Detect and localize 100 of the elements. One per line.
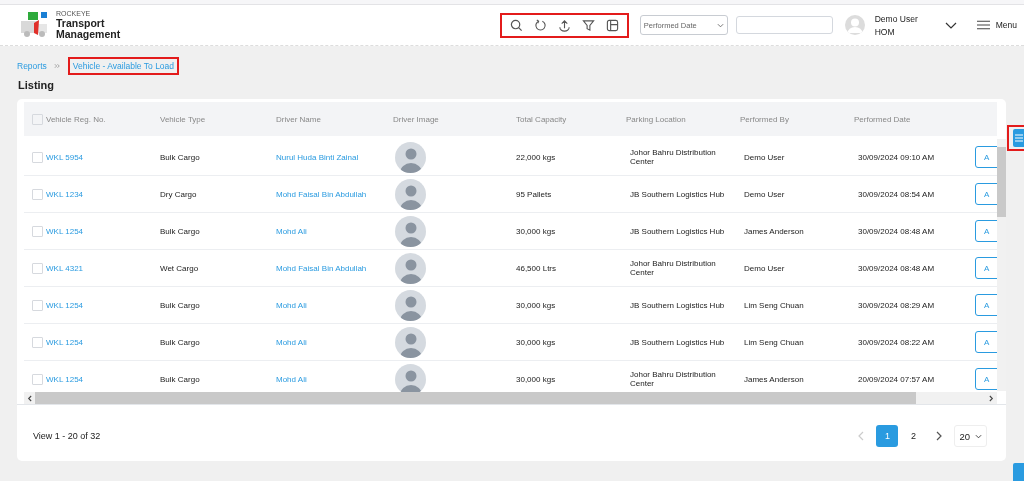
user-role: HOM xyxy=(874,26,896,37)
table-cell-text: Johor Bahru Distribution Center xyxy=(630,148,717,166)
chevron-down-icon xyxy=(716,22,724,28)
row-checkbox[interactable] xyxy=(31,151,43,163)
breadcrumb-link[interactable]: Vehicle - Available To Load xyxy=(67,57,180,75)
table-cell: 30/09/2024 09:10 AM xyxy=(858,152,935,162)
column-header[interactable]: Total Capacity xyxy=(516,114,567,124)
row-checkbox[interactable] xyxy=(31,262,43,274)
driver-photo-placeholder xyxy=(395,141,426,173)
row-checkbox[interactable] xyxy=(31,336,43,348)
table-cell: JB Southern Logistics Hub xyxy=(630,300,725,310)
vehicle-link[interactable]: WKL 1254 xyxy=(46,226,84,236)
scroll-left-icon[interactable] xyxy=(27,394,32,402)
vehicle-link[interactable]: WKL 1254 xyxy=(46,374,84,384)
table-cell: Dry Cargo xyxy=(160,189,197,199)
menu-icon xyxy=(1015,134,1023,142)
action-button[interactable]: A xyxy=(975,331,997,353)
table-cell: 30,000 kgs xyxy=(516,226,556,236)
next-page-icon[interactable] xyxy=(936,431,943,441)
row-checkbox[interactable] xyxy=(31,188,43,200)
search-icon[interactable] xyxy=(509,18,523,32)
table-cell: 30/09/2024 08:48 AM xyxy=(858,263,935,273)
filter-icon[interactable] xyxy=(581,18,595,32)
row-checkbox[interactable] xyxy=(31,225,43,237)
table-cell: 30/09/2024 08:54 AM xyxy=(858,189,935,199)
double-chevron-icon xyxy=(53,63,61,69)
page-button[interactable]: 1 xyxy=(876,425,899,447)
driver-link[interactable]: Nurul Huda Binti Zainal xyxy=(276,152,359,162)
table-cell: 30/09/2024 08:22 AM xyxy=(858,337,935,347)
action-button[interactable]: A xyxy=(975,183,997,205)
vehicle-link[interactable]: WKL 5954 xyxy=(46,152,84,162)
table-cell-text: Johor Bahru Distribution Center xyxy=(630,370,717,388)
side-panel-button[interactable] xyxy=(1013,129,1024,147)
brand-name: Management xyxy=(56,28,121,40)
driver-link[interactable]: Mohd Ali xyxy=(276,374,307,384)
page-size-dropdown[interactable]: 20 xyxy=(954,425,987,447)
driver-photo-placeholder xyxy=(395,363,426,392)
table-cell: JB Southern Logistics Hub xyxy=(630,189,725,199)
vehicle-link[interactable]: WKL 1234 xyxy=(46,189,84,199)
table-cell: 30,000 kgs xyxy=(516,337,556,347)
column-header[interactable]: Vehicle Type xyxy=(160,114,206,124)
menu-icon xyxy=(976,20,990,30)
driver-link[interactable]: Mohd Faisal Bin Abdullah xyxy=(276,189,367,199)
vertical-scrollbar[interactable] xyxy=(997,139,1006,391)
upload-icon[interactable] xyxy=(557,18,571,32)
table-cell: 22,000 kgs xyxy=(516,152,556,162)
table-cell: 95 Pallets xyxy=(516,189,552,199)
vehicle-link[interactable]: WKL 1254 xyxy=(46,300,84,310)
table-cell: 30/09/2024 08:29 AM xyxy=(858,300,935,310)
action-button[interactable]: A xyxy=(975,257,997,279)
user-name: Demo User xyxy=(874,13,919,24)
user-avatar xyxy=(844,15,865,35)
table-cell: 30/09/2024 08:48 AM xyxy=(858,226,935,236)
row-checkbox[interactable] xyxy=(31,373,43,385)
driver-photo-placeholder xyxy=(395,326,426,358)
action-button[interactable]: A xyxy=(975,368,997,390)
driver-link[interactable]: Mohd Ali xyxy=(276,226,307,236)
action-button[interactable]: A xyxy=(975,220,997,242)
chevron-down-icon[interactable] xyxy=(944,21,957,29)
column-header[interactable]: Performed Date xyxy=(854,114,911,124)
column-header[interactable]: Driver Image xyxy=(393,114,439,124)
table-cell: 30,000 kgs xyxy=(516,374,556,384)
driver-photo-placeholder xyxy=(395,178,426,210)
column-header[interactable]: Vehicle Reg. No. xyxy=(46,114,106,124)
page-heading: Listing xyxy=(18,79,56,91)
action-button[interactable]: A xyxy=(975,146,997,168)
column-header[interactable]: Parking Location xyxy=(626,114,686,124)
table-cell: 30,000 kgs xyxy=(516,300,556,310)
refresh-icon[interactable] xyxy=(533,18,547,32)
breadcrumb-link[interactable]: Reports xyxy=(17,61,47,71)
vehicle-link[interactable]: WKL 1254 xyxy=(46,337,84,347)
table-cell: Bulk Cargo xyxy=(160,300,200,310)
table-cell-text: Johor Bahru Distribution Center xyxy=(630,259,717,277)
record-count: View 1 - 20 of 32 xyxy=(33,431,101,441)
table-cell: Bulk Cargo xyxy=(160,152,200,162)
chevron-down-icon xyxy=(975,433,982,439)
action-button[interactable]: A xyxy=(975,294,997,316)
table-cell: Demo User xyxy=(744,152,785,162)
table-cell: Bulk Cargo xyxy=(160,226,200,236)
table-cell: Bulk Cargo xyxy=(160,337,200,347)
vehicle-link[interactable]: WKL 4321 xyxy=(46,263,84,273)
driver-photo-placeholder xyxy=(395,289,426,321)
column-header[interactable]: Driver Name xyxy=(276,114,321,124)
driver-link[interactable]: Mohd Faisal Bin Abdullah xyxy=(276,263,367,273)
table-cell: Bulk Cargo xyxy=(160,374,200,384)
page-button[interactable]: 2 xyxy=(902,425,925,447)
driver-link[interactable]: Mohd Ali xyxy=(276,337,307,347)
table-cell: Wet Cargo xyxy=(160,263,199,273)
brand-name: Transport xyxy=(56,17,106,29)
horizontal-scrollbar[interactable] xyxy=(24,392,997,404)
select-all-checkbox[interactable] xyxy=(31,113,43,125)
floating-button[interactable] xyxy=(1013,463,1024,481)
menu-button[interactable]: Menu xyxy=(976,20,1017,30)
table-cell: JB Southern Logistics Hub xyxy=(630,337,725,347)
row-checkbox[interactable] xyxy=(31,299,43,311)
columns-icon[interactable] xyxy=(605,18,619,32)
date-input-field[interactable] xyxy=(735,16,833,34)
column-header[interactable]: Performed By xyxy=(740,114,789,124)
driver-link[interactable]: Mohd Ali xyxy=(276,300,307,310)
scroll-right-icon[interactable] xyxy=(989,394,994,402)
